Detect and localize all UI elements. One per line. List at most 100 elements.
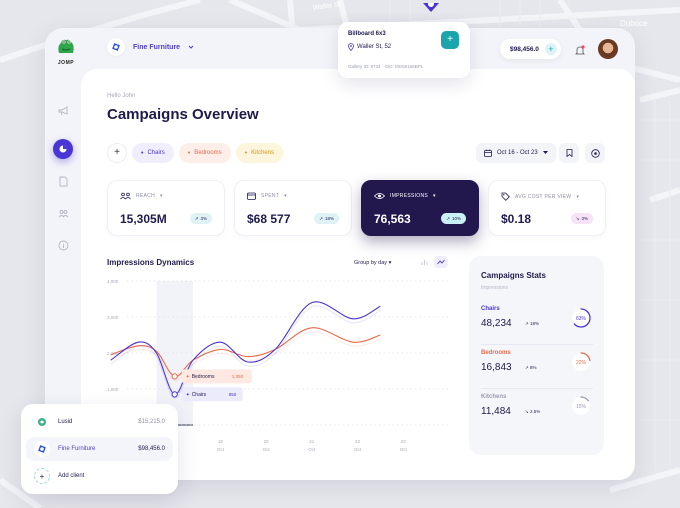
stat-value: 48,234: [481, 318, 512, 329]
kpi-value: 76,563: [374, 212, 411, 226]
chip-label: Kitchens: [251, 150, 275, 156]
client-item-lusid[interactable]: Lusid $15,215.0: [26, 410, 173, 434]
divider: [481, 344, 593, 345]
map-street-label: Duboce: [620, 19, 648, 28]
percent-ring: 15%: [571, 396, 591, 416]
caret-down-icon[interactable]: ▾: [284, 193, 287, 199]
line-chart-toggle[interactable]: [434, 256, 448, 268]
user-avatar[interactable]: [598, 39, 618, 59]
users-icon: [120, 192, 131, 200]
trend-badge: ↗ 18%: [314, 213, 339, 224]
kpi-reach[interactable]: REACH ▾ 15,305M ↗ 3%: [107, 180, 225, 236]
balance-value: $98,456.0: [510, 45, 539, 53]
stat-row-kitchens[interactable]: Kitchens 11,484 ↘ 2.5% 15%: [481, 394, 593, 438]
kpi-avg-cost-per-view[interactable]: AVG COST PER VIEW ▾ $0.18 ↘ 3%: [488, 180, 606, 236]
x-tick-label: Oct: [263, 447, 271, 452]
group-by-label: Group by day: [354, 260, 388, 266]
date-range-picker[interactable]: Oct 16 - Oct 23: [476, 143, 556, 163]
map-pin-icon[interactable]: [422, 0, 440, 18]
trend-up-icon: ↗: [319, 215, 323, 221]
add-billboard-button[interactable]: +: [441, 31, 459, 49]
campaigns-stats-card: Campaigns Stats Impressions Chairs 48,234…: [469, 256, 604, 455]
stat-trend: ↘ 2.5%: [525, 409, 540, 415]
frog-logo-icon: [58, 39, 74, 53]
stat-name: Chairs: [481, 306, 500, 312]
add-funds-button[interactable]: +: [544, 43, 557, 55]
trend-badge: ↗ 10%: [441, 213, 466, 224]
kpi-value: $0.18: [501, 212, 532, 226]
caret-down-icon[interactable]: ▾: [576, 194, 579, 200]
stat-trend: ↗ 18%: [525, 321, 539, 327]
add-filter-button[interactable]: +: [107, 143, 127, 163]
trend-value: 3%: [200, 216, 207, 221]
kpi-value: $68 577: [247, 212, 291, 226]
filter-chips: + • Chairs • Bedrooms • Kitchens: [107, 143, 284, 163]
kpi-cards: REACH ▾ 15,305M ↗ 3% SPENT ▾ $68 577 ↗ 18% I…: [107, 180, 606, 236]
sidebar-item-campaigns[interactable]: [53, 101, 73, 121]
group-by-dropdown[interactable]: Group by day ▾: [354, 260, 391, 266]
kpi-label: AVG COST PER VIEW: [515, 193, 572, 200]
y-tick-label: 3,000: [107, 315, 119, 320]
percent-label: 22%: [576, 360, 587, 366]
fine-furniture-logo-icon: [34, 441, 50, 457]
client-amount: $98,456.0: [138, 446, 165, 452]
kpi-spent[interactable]: SPENT ▾ $68 577 ↗ 18%: [234, 180, 352, 236]
percent-ring: 22%: [571, 352, 591, 372]
stat-row-chairs[interactable]: Chairs 48,234 ↗ 18% 63%: [481, 306, 593, 350]
chip-kitchens[interactable]: • Kitchens: [235, 143, 284, 163]
billboard-popover: Billboard 6x3 Waller St, 52 Gallery ID: …: [338, 22, 470, 78]
target-icon: [590, 148, 600, 158]
fine-furniture-logo-icon: [107, 38, 125, 56]
wallet-icon: [247, 192, 256, 200]
chip-dot: •: [187, 149, 191, 157]
chip-chairs[interactable]: • Chairs: [132, 143, 174, 163]
divider: [481, 388, 593, 389]
chip-bedrooms[interactable]: • Bedrooms: [178, 143, 231, 163]
caret-down-icon[interactable]: ▾: [160, 193, 163, 199]
sidebar-item-audience[interactable]: [53, 203, 73, 223]
sidebar-item-analytics[interactable]: [53, 139, 73, 159]
stat-row-bedrooms[interactable]: Bedrooms 16,843 ↗ 8% 22%: [481, 350, 593, 394]
chart-title: Impressions Dynamics: [107, 258, 195, 267]
greeting: Hello John: [107, 93, 136, 99]
logo[interactable]: JOMP: [55, 38, 77, 66]
stats-subtitle: Impressions: [481, 285, 508, 291]
client-item-fine-furniture[interactable]: Fine Furniture $98,456.0: [26, 437, 173, 461]
bookmark-button[interactable]: [559, 143, 579, 163]
add-client-button[interactable]: + Add client: [26, 464, 173, 488]
stat-trend: ↗ 8%: [525, 365, 537, 371]
client-name: Fine Furniture: [58, 446, 96, 452]
chevron-down-icon: [188, 45, 194, 49]
x-tick-label: 19: [218, 439, 224, 444]
target-button[interactable]: [585, 143, 605, 163]
kpi-value: 15,305M: [120, 212, 167, 226]
client-name: Lusid: [58, 419, 73, 425]
data-point-bedrooms: [171, 373, 178, 380]
trend-badge: ↘ 3%: [570, 213, 593, 224]
x-tick-label: 20: [264, 439, 270, 444]
x-tick-label: Oct: [217, 447, 225, 452]
calendar-icon: [484, 149, 492, 157]
billboard-address: Waller St, 52: [357, 44, 392, 50]
bar-chart-toggle[interactable]: [417, 256, 431, 268]
data-point-chairs: [171, 391, 178, 398]
tag-icon: [501, 192, 510, 201]
chip-dot: •: [141, 149, 144, 157]
kpi-impressions[interactable]: IMPRESSIONS ▾ 76,563 ↗ 10%: [361, 180, 479, 236]
clients-dropdown: Lusid $15,215.0 Fine Furniture $98,456.0…: [21, 404, 178, 494]
caret-down-icon: ▾: [388, 260, 392, 266]
caret-down-icon[interactable]: ▾: [433, 193, 436, 199]
notifications-bell-icon[interactable]: [575, 43, 585, 61]
trend-value: 18%: [324, 216, 334, 221]
trend-down-icon: ↘: [525, 409, 529, 414]
chip-label: Chairs: [147, 150, 165, 156]
sidebar-item-info[interactable]: [53, 235, 73, 255]
x-tick-label: Oct: [354, 447, 362, 452]
x-tick-label: Oct: [400, 447, 408, 452]
sidebar-item-documents[interactable]: [53, 171, 73, 191]
logo-text: JOMP: [57, 60, 75, 66]
map-street-label: Waller St: [312, 1, 341, 12]
stat-name: Bedrooms: [481, 350, 511, 356]
client-selector[interactable]: Fine Furniture: [107, 38, 194, 56]
bookmark-icon: [566, 149, 572, 157]
